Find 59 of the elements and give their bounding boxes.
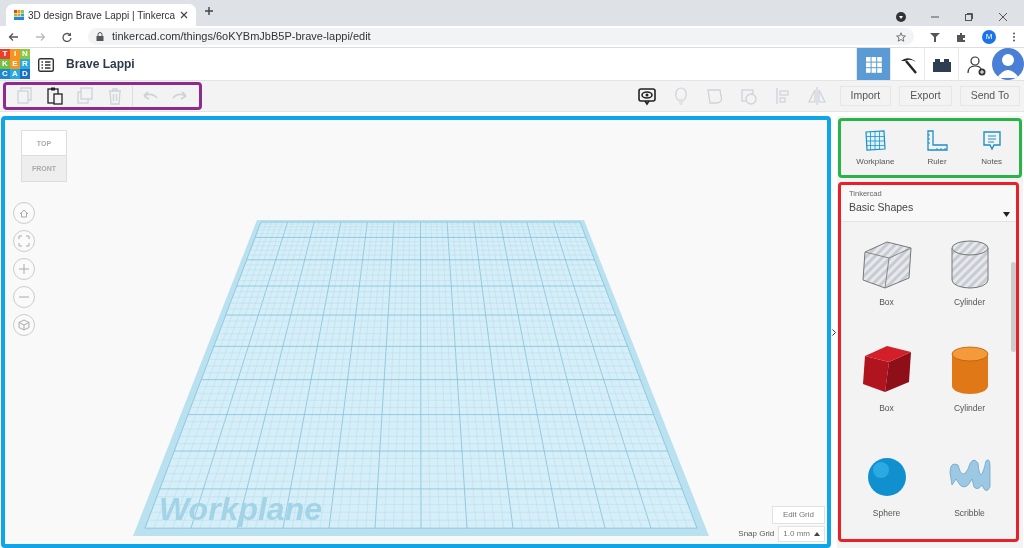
caret-icon — [1003, 211, 1010, 217]
back-icon — [8, 31, 19, 42]
restore-icon — [964, 12, 974, 22]
cube-icon-button[interactable] — [13, 314, 35, 336]
mirror-icon — [806, 86, 827, 106]
paste-icon — [45, 86, 65, 106]
zoom-in-icon-button[interactable] — [13, 258, 35, 280]
home-icon-button[interactable] — [13, 202, 35, 224]
snap-grid-select[interactable]: 1.0 mm — [778, 526, 825, 542]
group-icon — [704, 86, 725, 106]
action-button[interactable]: Export — [899, 86, 952, 106]
ruler-icon — [925, 128, 950, 153]
shape-tile[interactable]: Box — [845, 236, 928, 328]
browser-tab[interactable]: 3D design Brave Lappi | Tinkerca — [6, 4, 196, 26]
zoom-out-icon-button[interactable] — [13, 286, 35, 308]
shape-tile[interactable]: Box — [845, 341, 928, 434]
tinkercad-logo[interactable]: T I N K E R C A D — [0, 49, 30, 79]
design-name[interactable]: Brave Lappi — [66, 55, 135, 73]
shape-tile[interactable]: Sphere — [845, 447, 928, 539]
more-icon — [1012, 31, 1016, 42]
edit-grid-button[interactable]: Edit Grid — [771, 506, 825, 524]
copy-icon — [15, 86, 35, 106]
shape-tile[interactable]: Cylinder — [928, 236, 1011, 328]
favicon-icon — [14, 10, 24, 20]
workplane-tool-button[interactable]: Workplane — [856, 128, 895, 168]
close-icon — [998, 12, 1008, 22]
cube-icon — [17, 318, 31, 332]
snap-grid-label: Snap Grid — [738, 528, 775, 540]
forward-icon — [35, 31, 46, 42]
media-icon — [896, 12, 906, 22]
grid-icon — [863, 128, 888, 153]
star-icon — [896, 31, 906, 42]
action-button[interactable]: Send To — [959, 86, 1020, 106]
fit-view-icon-button[interactable] — [13, 230, 35, 252]
profile-avatar[interactable]: M — [982, 29, 996, 44]
close-icon — [180, 11, 188, 19]
tab-title: 3D design Brave Lappi | Tinkerca — [28, 8, 176, 23]
filter-icon — [930, 31, 940, 42]
ungroup-icon — [738, 86, 759, 106]
notes-icon — [636, 86, 657, 106]
reload-icon — [62, 31, 72, 42]
duplicate-icon — [75, 86, 95, 106]
notes-tool-button[interactable]: Notes — [979, 128, 1004, 168]
shape-tile[interactable]: Cylinder — [928, 341, 1011, 434]
puzzle-icon — [956, 31, 966, 42]
workplane-grid-drawing[interactable] — [133, 220, 709, 537]
scrollbar[interactable] — [1011, 262, 1016, 353]
chevron-icon — [832, 328, 836, 336]
user-avatar[interactable] — [992, 48, 1024, 80]
list-icon — [38, 57, 54, 72]
fit-view-icon — [17, 234, 31, 248]
ruler-tool-button[interactable]: Ruler — [925, 128, 950, 168]
zoom-in-icon — [17, 262, 31, 276]
lock-icon — [96, 32, 104, 41]
caret-icon — [814, 532, 820, 536]
action-button[interactable]: Import — [839, 86, 892, 106]
shape-tile[interactable]: Scribble — [928, 447, 1011, 539]
plus-icon — [204, 5, 214, 16]
add-user-icon — [964, 53, 987, 76]
